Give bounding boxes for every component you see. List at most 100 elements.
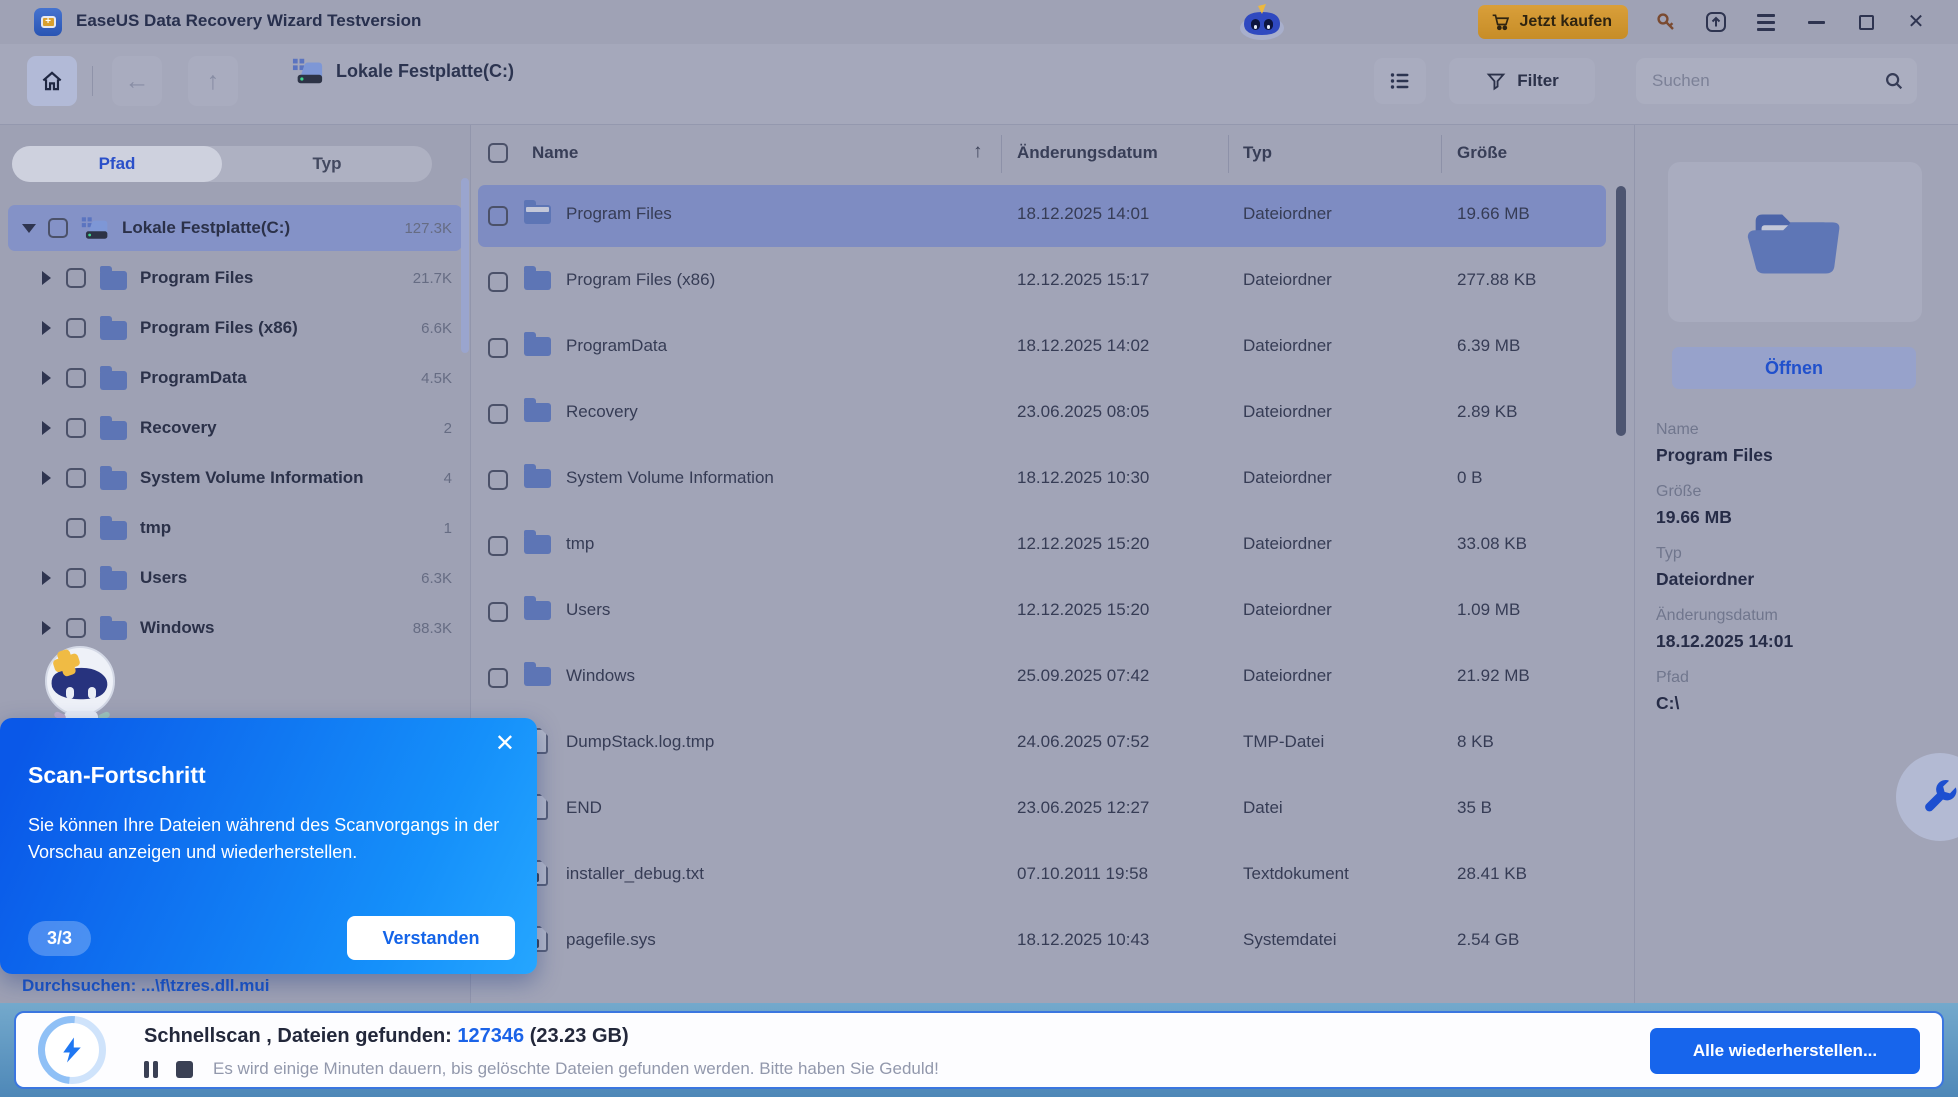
property-value: C:\ — [1656, 693, 1946, 714]
folder-icon — [524, 205, 551, 224]
column-header-date[interactable]: Änderungsdatum — [1017, 143, 1158, 163]
tree-checkbox[interactable] — [66, 568, 86, 588]
tooltip-close-icon[interactable]: ✕ — [495, 732, 515, 756]
assistant-robot-icon[interactable] — [1236, 2, 1288, 42]
tree-item-count: 6.3K — [421, 570, 462, 587]
property-label: Größe — [1656, 483, 1946, 501]
table-row[interactable]: DumpStack.log.tmp 24.06.2025 07:52 TMP-D… — [478, 713, 1606, 775]
tooltip-confirm-button[interactable]: Verstanden — [347, 916, 515, 960]
sort-ascending-icon[interactable]: ↑ — [973, 141, 983, 163]
tree-checkbox[interactable] — [66, 618, 86, 638]
sidebar-scrollbar[interactable] — [461, 178, 469, 353]
column-header-type[interactable]: Typ — [1243, 143, 1272, 163]
row-type: Systemdatei — [1243, 930, 1337, 950]
tree-item-label: Recovery — [140, 418, 444, 438]
license-key-icon[interactable] — [1654, 10, 1678, 34]
breadcrumb[interactable]: Lokale Festplatte(C:) — [292, 56, 514, 86]
recover-all-button[interactable]: Alle wiederherstellen... — [1650, 1028, 1920, 1074]
table-row[interactable]: ProgramData 18.12.2025 14:02 Dateiordner… — [478, 317, 1606, 379]
row-checkbox[interactable] — [488, 206, 508, 226]
wrench-icon — [1919, 776, 1958, 818]
table-row[interactable]: tmp 12.12.2025 15:20 Dateiordner 33.08 K… — [478, 515, 1606, 577]
row-checkbox[interactable] — [488, 602, 508, 622]
tree-checkbox[interactable] — [66, 418, 86, 438]
pause-button[interactable] — [144, 1061, 158, 1078]
tree-item[interactable]: Recovery 2 — [8, 405, 462, 451]
search-input[interactable] — [1636, 71, 1883, 91]
row-type: Dateiordner — [1243, 270, 1332, 290]
column-header-size[interactable]: Größe — [1457, 143, 1507, 163]
tree-item[interactable]: Lokale Festplatte(C:) 127.3K — [8, 205, 462, 251]
tree-item[interactable]: Program Files (x86) 6.6K — [8, 305, 462, 351]
table-row[interactable]: Program Files (x86) 12.12.2025 15:17 Dat… — [478, 251, 1606, 313]
assistant-mascot[interactable] — [30, 643, 134, 727]
table-row[interactable]: END 23.06.2025 12:27 Datei 35 B — [478, 779, 1606, 841]
tree-checkbox[interactable] — [66, 318, 86, 338]
folder-icon — [100, 471, 127, 490]
tree-caret-icon[interactable] — [42, 271, 51, 285]
row-checkbox[interactable] — [488, 404, 508, 424]
tab-typ[interactable]: Typ — [222, 146, 432, 182]
property-value: 19.66 MB — [1656, 507, 1946, 528]
stop-button[interactable] — [176, 1061, 193, 1078]
row-date: 24.06.2025 07:52 — [1017, 732, 1149, 752]
files-found-count: 127346 — [457, 1025, 524, 1047]
property-field: Typ Dateiordner — [1656, 545, 1946, 590]
menu-icon[interactable] — [1754, 10, 1778, 34]
row-checkbox[interactable] — [488, 272, 508, 292]
back-button[interactable]: ← — [112, 56, 162, 106]
scan-status-line: Durchsuchen: ...\f\tzres.dll.mui — [22, 976, 269, 996]
tree-caret-icon[interactable] — [42, 421, 51, 435]
property-label: Typ — [1656, 545, 1946, 563]
search-icon[interactable] — [1883, 70, 1905, 92]
row-type: Dateiordner — [1243, 336, 1332, 356]
tree-caret-icon[interactable] — [42, 371, 51, 385]
tab-pfad[interactable]: Pfad — [12, 146, 222, 182]
property-field: Größe 19.66 MB — [1656, 483, 1946, 528]
column-header-name[interactable]: Name — [532, 143, 578, 163]
tree-caret-icon[interactable] — [22, 224, 36, 233]
tree-item[interactable]: Users 6.3K — [8, 555, 462, 601]
back-arrow-icon: ← — [125, 67, 150, 96]
table-row[interactable]: pagefile.sys 18.12.2025 10:43 Systemdate… — [478, 911, 1606, 973]
view-mode-button[interactable] — [1374, 58, 1426, 104]
up-button[interactable]: ↑ — [188, 56, 238, 106]
select-all-checkbox[interactable] — [488, 143, 508, 163]
tree-checkbox[interactable] — [66, 268, 86, 288]
folder-icon — [524, 337, 551, 356]
table-scrollbar[interactable] — [1616, 186, 1626, 436]
row-checkbox[interactable] — [488, 470, 508, 490]
tree-item[interactable]: System Volume Information 4 — [8, 455, 462, 501]
row-checkbox[interactable] — [488, 668, 508, 688]
tree-checkbox[interactable] — [48, 218, 68, 238]
tree-item[interactable]: Program Files 21.7K — [8, 255, 462, 301]
table-row[interactable]: System Volume Information 18.12.2025 10:… — [478, 449, 1606, 511]
row-checkbox[interactable] — [488, 338, 508, 358]
tree-item[interactable]: ProgramData 4.5K — [8, 355, 462, 401]
home-button[interactable] — [27, 56, 77, 106]
buy-now-button[interactable]: Jetzt kaufen — [1478, 5, 1628, 39]
tree-item[interactable]: tmp 1 — [8, 505, 462, 551]
open-button[interactable]: Öffnen — [1672, 347, 1916, 389]
share-upload-icon[interactable] — [1704, 10, 1728, 34]
tree-checkbox[interactable] — [66, 518, 86, 538]
tree-caret-icon[interactable] — [42, 471, 51, 485]
tree-caret-icon[interactable] — [42, 571, 51, 585]
row-type: Datei — [1243, 798, 1283, 818]
tree-caret-icon[interactable] — [42, 321, 51, 335]
row-checkbox[interactable] — [488, 536, 508, 556]
maximize-button[interactable] — [1854, 10, 1878, 34]
table-row[interactable]: Users 12.12.2025 15:20 Dateiordner 1.09 … — [478, 581, 1606, 643]
table-row[interactable]: Windows 25.09.2025 07:42 Dateiordner 21.… — [478, 647, 1606, 709]
tree-checkbox[interactable] — [66, 368, 86, 388]
table-row[interactable]: installer_debug.txt 07.10.2011 19:58 Tex… — [478, 845, 1606, 907]
minimize-button[interactable] — [1804, 10, 1828, 34]
list-view-icon — [1388, 69, 1412, 93]
table-row[interactable]: Program Files 18.12.2025 14:01 Dateiordn… — [478, 185, 1606, 247]
filter-button[interactable]: Filter — [1449, 58, 1595, 104]
row-type: Dateiordner — [1243, 402, 1332, 422]
close-button[interactable]: ✕ — [1904, 10, 1928, 34]
table-row[interactable]: Recovery 23.06.2025 08:05 Dateiordner 2.… — [478, 383, 1606, 445]
tree-caret-icon[interactable] — [42, 621, 51, 635]
tree-checkbox[interactable] — [66, 468, 86, 488]
